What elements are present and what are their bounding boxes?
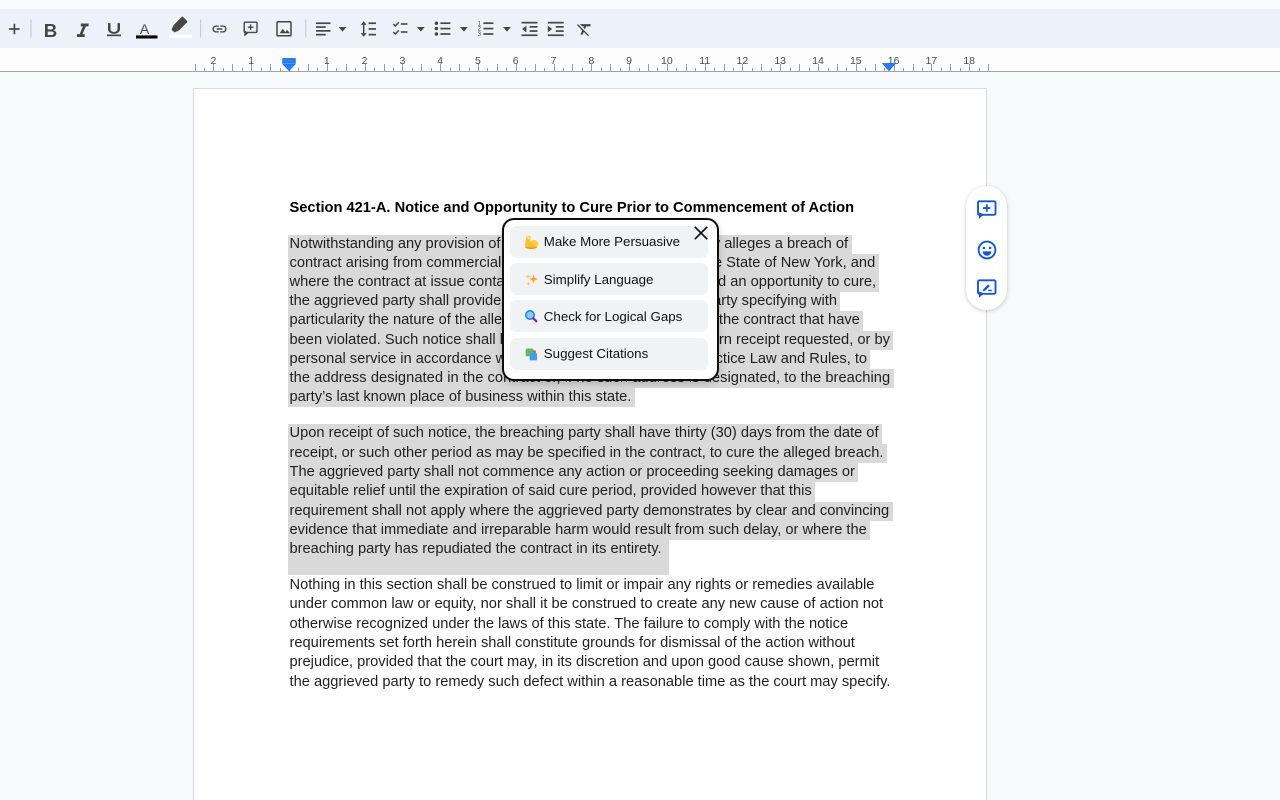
svg-text:B: B (44, 20, 58, 41)
svg-text:3: 3 (478, 32, 482, 38)
svg-text:A: A (140, 22, 150, 38)
